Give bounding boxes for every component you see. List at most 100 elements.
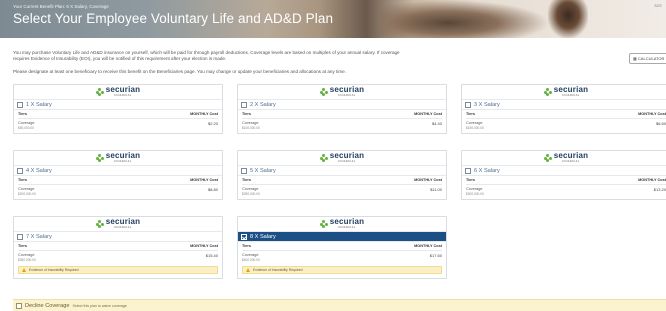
tiers-header: Tiers: [18, 178, 28, 182]
hero-banner: Your Current Benefit Plan: 6 X Salary, C…: [0, 0, 666, 38]
plan-card[interactable]: securian FINANCIAL 4 X Salary Tiers MONTHLY …: [13, 150, 223, 200]
plan-option[interactable]: 6 X Salary: [462, 166, 666, 176]
tiers-header: Tiers: [466, 178, 476, 182]
plan-label: 5 X Salary: [250, 167, 276, 174]
brand-tagline: FINANCIAL: [114, 159, 132, 163]
securian-logo: securian FINANCIAL: [238, 217, 446, 232]
monthly-cost: $8.80: [207, 187, 218, 192]
table-row: Coverage $250,000.00 $11.00: [242, 185, 442, 196]
tiers-header: Tiers: [242, 244, 252, 248]
plan-card[interactable]: securian FINANCIAL 7 X Salary Tiers MONTHLY …: [13, 216, 223, 279]
tier-name: Coverage: [242, 187, 259, 191]
tier-name: Coverage: [466, 121, 483, 125]
monthly-cost-header: MONTHLY Cost: [190, 244, 218, 248]
coverage-amount: $50,000.00: [18, 126, 34, 130]
monthly-cost: $13.20: [653, 187, 666, 192]
hero-image-child: [548, 0, 588, 38]
plan-card[interactable]: securian FINANCIAL 1 X Salary Tiers MONTHLY …: [13, 84, 223, 134]
monthly-cost-header: MONTHLY Cost: [414, 178, 442, 182]
table-row: Coverage $200,000.00 $8.80: [18, 185, 218, 196]
brand-tagline: FINANCIAL: [338, 159, 356, 163]
securian-logo: securian FINANCIAL: [238, 151, 446, 166]
coverage-amount: $200,000.00: [18, 192, 36, 196]
securian-flower-icon: [319, 220, 328, 228]
tier-name: Coverage: [242, 121, 259, 125]
coverage-amount: $100,000.00: [242, 126, 260, 130]
decline-coverage-option[interactable]: Decline Coverage Select this plan to wai…: [13, 299, 666, 311]
plan-option[interactable]: 1 X Salary: [14, 100, 222, 110]
tiers-header: Tiers: [18, 244, 28, 248]
current-plan-breadcrumb: Your Current Benefit Plan: 6 X Salary, C…: [13, 4, 109, 9]
plan-checkbox[interactable]: [241, 233, 247, 240]
plan-option[interactable]: 2 X Salary: [238, 100, 446, 110]
securian-logo: securian FINANCIAL: [238, 85, 446, 100]
plan-cost-table: Tiers MONTHLY Cost Coverage $300,000.00 $13.…: [462, 176, 666, 199]
plan-checkbox[interactable]: [241, 167, 247, 174]
tier-name: Coverage: [466, 187, 483, 191]
calculator-button[interactable]: ▦ CALCULATOR: [629, 53, 666, 64]
securian-flower-icon: [95, 154, 104, 162]
brand-tagline: FINANCIAL: [114, 93, 132, 97]
eoi-warning: Evidence of Insurability Required: [242, 266, 442, 274]
plan-checkbox[interactable]: [17, 101, 23, 108]
securian-flower-icon: [319, 88, 328, 96]
monthly-cost-header: MONTHLY Cost: [638, 178, 666, 182]
tiers-header: Tiers: [466, 112, 476, 116]
plan-option[interactable]: 5 X Salary: [238, 166, 446, 176]
plan-checkbox[interactable]: [465, 167, 471, 174]
monthly-cost-header: MONTHLY Cost: [638, 112, 666, 116]
plan-checkbox[interactable]: [17, 167, 23, 174]
calculator-label: CALCULATOR: [637, 56, 665, 61]
monthly-cost: $15.40: [205, 253, 218, 258]
plan-card[interactable]: securian FINANCIAL 3 X Salary Tiers MONTHLY …: [461, 84, 666, 134]
brand-tagline: FINANCIAL: [114, 225, 132, 229]
coverage-amount: $250,000.00: [242, 192, 260, 196]
plan-option[interactable]: 8 X Salary: [238, 232, 446, 242]
plan-card[interactable]: securian FINANCIAL 5 X Salary Tiers MONTHLY …: [237, 150, 447, 200]
brand-tagline: FINANCIAL: [562, 93, 580, 97]
corner-label[interactable]: SCS: [650, 2, 666, 10]
plan-label: 6 X Salary: [474, 167, 500, 174]
monthly-cost-header: MONTHLY Cost: [190, 112, 218, 116]
plan-checkbox[interactable]: [241, 101, 247, 108]
tiers-header: Tiers: [18, 112, 28, 116]
securian-flower-icon: [319, 154, 328, 162]
decline-checkbox[interactable]: [16, 302, 22, 309]
plan-cost-table: Tiers MONTHLY Cost Coverage $400,000.00 $17.…: [238, 242, 446, 265]
plan-checkbox[interactable]: [465, 101, 471, 108]
coverage-amount: $300,000.00: [466, 192, 484, 196]
tiers-header: Tiers: [242, 178, 252, 182]
eoi-text: Evidence of Insurability Required: [29, 268, 79, 272]
plan-card[interactable]: securian FINANCIAL 2 X Salary Tiers MONTHLY …: [237, 84, 447, 134]
beneficiary-note: Please designate at least one beneficiar…: [13, 69, 347, 74]
brand-tagline: FINANCIAL: [338, 225, 356, 229]
plan-option[interactable]: 3 X Salary: [462, 100, 666, 110]
plan-option[interactable]: 4 X Salary: [14, 166, 222, 176]
decline-sublabel: Select this plan to waive coverage: [72, 303, 127, 308]
plan-card[interactable]: securian FINANCIAL 6 X Salary Tiers MONTHLY …: [461, 150, 666, 200]
securian-logo: securian FINANCIAL: [14, 151, 222, 166]
plan-card[interactable]: securian FINANCIAL 8 X Salary Tiers MONTHLY …: [237, 216, 447, 279]
tier-name: Coverage: [18, 121, 35, 125]
tier-name: Coverage: [242, 253, 259, 257]
plan-cost-table: Tiers MONTHLY Cost Coverage $150,000.00 $6.6…: [462, 110, 666, 133]
securian-logo: securian FINANCIAL: [462, 151, 666, 166]
monthly-cost: $6.60: [655, 121, 666, 126]
eoi-warning: Evidence of Insurability Required: [18, 266, 218, 274]
table-row: Coverage $150,000.00 $6.60: [466, 119, 666, 130]
intro-paragraph: You may purchase Voluntary Life and AD&D…: [13, 50, 400, 62]
plan-label: 3 X Salary: [474, 101, 500, 108]
table-row: Coverage $100,000.00 $4.40: [242, 119, 442, 130]
plan-cost-table: Tiers MONTHLY Cost Coverage $250,000.00 $11.…: [238, 176, 446, 199]
plan-label: 1 X Salary: [26, 101, 52, 108]
plan-option[interactable]: 7 X Salary: [14, 232, 222, 242]
plan-checkbox[interactable]: [17, 233, 23, 240]
securian-logo: securian FINANCIAL: [14, 85, 222, 100]
table-row: Coverage $400,000.00 $17.60: [242, 251, 442, 262]
monthly-cost-header: MONTHLY Cost: [190, 178, 218, 182]
securian-logo: securian FINANCIAL: [462, 85, 666, 100]
page-title: Select Your Employee Voluntary Life and …: [13, 11, 334, 26]
coverage-amount: $150,000.00: [466, 126, 484, 130]
eoi-text: Evidence of Insurability Required: [253, 268, 303, 272]
plan-cost-table: Tiers MONTHLY Cost Coverage $100,000.00 $4.4…: [238, 110, 446, 133]
